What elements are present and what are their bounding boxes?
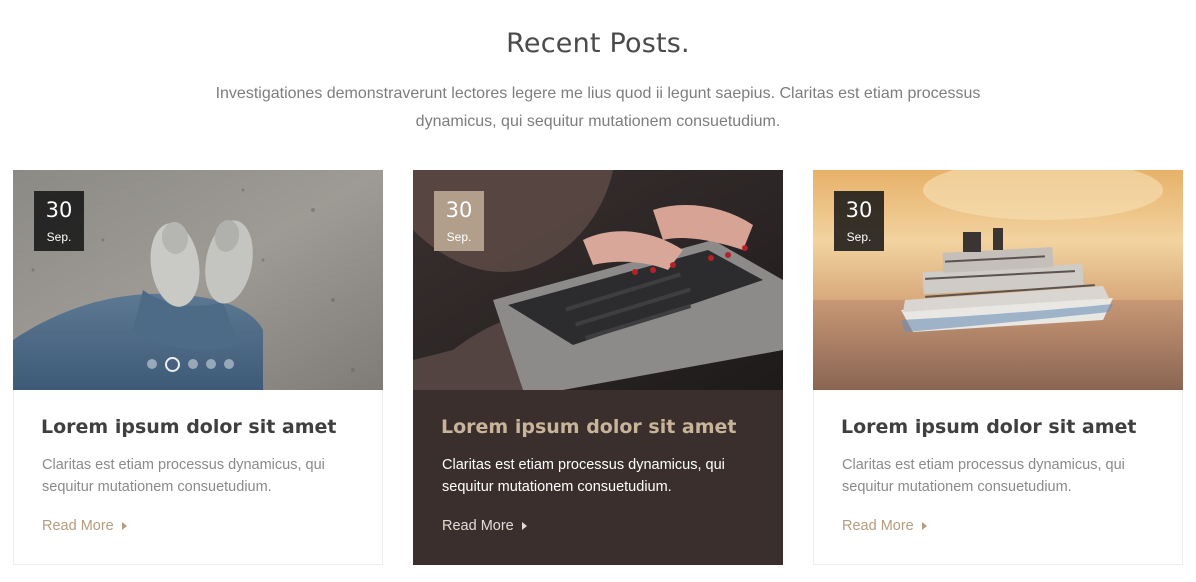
date-month: Sep. bbox=[46, 230, 72, 244]
section-title: Recent Posts. bbox=[506, 28, 690, 59]
date-day: 30 bbox=[445, 198, 473, 222]
post-title[interactable]: Lorem ipsum dolor sit amet bbox=[41, 416, 337, 438]
read-more-label: Read More bbox=[842, 518, 914, 534]
slider-dot[interactable] bbox=[147, 359, 157, 369]
read-more-label: Read More bbox=[42, 518, 114, 534]
post-excerpt: Claritas est etiam processus dynamicus, … bbox=[42, 457, 325, 495]
post-card: 30 Sep. Lorem ipsum dolor sit amet Clari… bbox=[13, 170, 383, 565]
date-badge: 30 Sep. bbox=[434, 191, 484, 251]
date-month: Sep. bbox=[846, 230, 872, 244]
slider-dot-active[interactable] bbox=[165, 356, 180, 372]
slider-dot[interactable] bbox=[224, 359, 234, 369]
read-more-link[interactable]: Read More bbox=[42, 518, 127, 534]
slider-dot[interactable] bbox=[188, 359, 198, 369]
post-card-highlighted: 30 Sep. Lorem ipsum dolor sit amet Clari… bbox=[413, 170, 783, 565]
post-excerpt: Claritas est etiam processus dynamicus, … bbox=[842, 457, 1125, 495]
read-more-link[interactable]: Read More bbox=[442, 518, 527, 534]
read-more-link[interactable]: Read More bbox=[842, 518, 927, 534]
read-more-label: Read More bbox=[442, 518, 514, 534]
date-day: 30 bbox=[845, 198, 873, 222]
date-badge: 30 Sep. bbox=[834, 191, 884, 251]
caret-right-icon bbox=[921, 522, 927, 530]
caret-right-icon bbox=[121, 522, 127, 530]
post-card: 30 Sep. Lorem ipsum dolor sit amet Clari… bbox=[813, 170, 1183, 565]
section-description: Investigationes demonstraverunt lectores… bbox=[215, 85, 981, 130]
post-title[interactable]: Lorem ipsum dolor sit amet bbox=[841, 416, 1137, 438]
slider-dots bbox=[147, 356, 234, 372]
post-excerpt: Claritas est etiam processus dynamicus, … bbox=[442, 457, 725, 495]
caret-right-icon bbox=[521, 522, 527, 530]
date-day: 30 bbox=[45, 198, 73, 222]
date-badge: 30 Sep. bbox=[34, 191, 84, 251]
slider-dot[interactable] bbox=[206, 359, 216, 369]
date-month: Sep. bbox=[446, 230, 472, 244]
post-title[interactable]: Lorem ipsum dolor sit amet bbox=[441, 416, 737, 438]
